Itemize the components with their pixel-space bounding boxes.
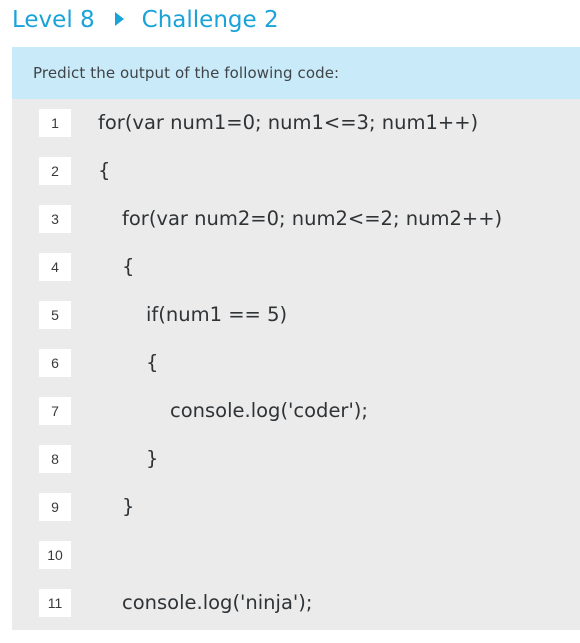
- code-line: 6{: [12, 339, 580, 387]
- line-number: 1: [39, 109, 71, 137]
- line-number: 3: [39, 205, 71, 233]
- line-code: {: [146, 351, 159, 374]
- line-code: console.log('coder');: [170, 399, 368, 422]
- code-line: 10: [12, 531, 580, 579]
- line-number: 5: [39, 301, 71, 329]
- line-code: {: [98, 159, 111, 182]
- code-line: 7 console.log('coder');: [12, 387, 580, 435]
- line-code: for(var num1=0; num1<=3; num1++): [98, 111, 479, 134]
- line-code: if(num1 == 5): [146, 303, 288, 326]
- breadcrumb-level-link[interactable]: Level 8: [12, 7, 95, 33]
- code-line: 2{: [12, 147, 580, 195]
- line-code: }: [122, 495, 135, 518]
- code-line: 1 for(var num1=0; num1<=3; num1++): [12, 99, 580, 147]
- code-line: 11 console.log('ninja');: [12, 579, 580, 627]
- code-line: 5 if(num1 == 5): [12, 291, 580, 339]
- line-number: 4: [39, 253, 71, 281]
- right-arrow-icon: [114, 12, 124, 26]
- code-line: 3 for(var num2=0; num2<=2; num2++): [12, 195, 580, 243]
- line-number: 2: [39, 157, 71, 185]
- line-number: 7: [39, 397, 71, 425]
- challenge-panel: Predict the output of the following code…: [12, 47, 580, 630]
- line-code: console.log('ninja');: [122, 591, 313, 614]
- line-code: {: [122, 255, 135, 278]
- code-line: 4{: [12, 243, 580, 291]
- breadcrumb-challenge-title: Challenge 2: [141, 7, 279, 33]
- line-number: 8: [39, 445, 71, 473]
- code-line: 9}: [12, 483, 580, 531]
- line-code: for(var num2=0; num2<=2; num2++): [122, 207, 503, 230]
- line-number: 9: [39, 493, 71, 521]
- line-code: }: [146, 447, 159, 470]
- line-number: 11: [39, 589, 71, 617]
- challenge-prompt: Predict the output of the following code…: [12, 47, 580, 99]
- breadcrumb: Level 8 Challenge 2: [12, 0, 279, 40]
- line-number: 10: [39, 541, 71, 569]
- line-number: 6: [39, 349, 71, 377]
- prompt-text: Predict the output of the following code…: [33, 64, 340, 82]
- code-line: 8}: [12, 435, 580, 483]
